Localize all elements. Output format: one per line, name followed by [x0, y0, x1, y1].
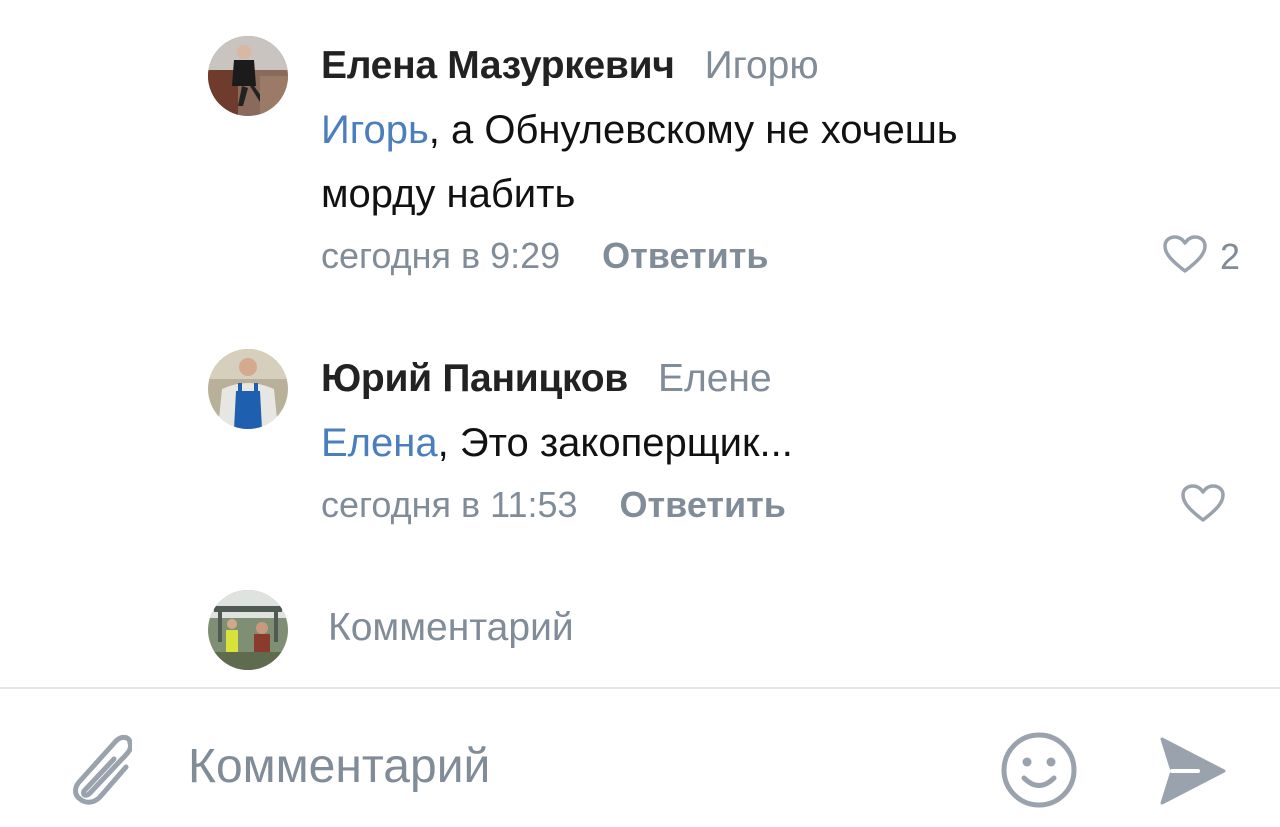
like-count: 2: [1219, 235, 1240, 277]
comment-body: Юрий Паницков Елене Елена, Это закоперщи…: [321, 349, 1240, 535]
comment-text-line2: морду набить: [321, 172, 576, 216]
comment-text: Игорь, а Обнулевскому не хочешь морду на…: [321, 98, 1240, 226]
comment-text: Елена, Это закоперщик...: [321, 411, 1240, 475]
reply-placeholder[interactable]: Комментарий: [328, 606, 574, 650]
comment-time: сегодня в 11:53: [321, 484, 578, 525]
like-button[interactable]: [1180, 483, 1226, 528]
comment-text-rest: , Это закоперщик...: [437, 421, 793, 465]
comment-input[interactable]: Комментарий: [188, 739, 490, 794]
heart-outline-icon: [1162, 234, 1208, 279]
avatar[interactable]: [208, 36, 288, 116]
reply-to-name[interactable]: Игорю: [705, 44, 819, 88]
comment-header: Юрий Паницков Елене: [321, 349, 1240, 409]
send-button[interactable]: [1158, 735, 1226, 812]
smiley-icon[interactable]: [1000, 731, 1078, 814]
comment-composer: Комментарий: [0, 687, 1280, 827]
comment-time: сегодня в 9:29: [321, 235, 561, 276]
heart-outline-icon: [1180, 483, 1226, 528]
comment-header: Елена Мазуркевич Игорю: [321, 36, 1240, 96]
mention-link[interactable]: Елена: [321, 421, 438, 465]
comment-meta: сегодня в 11:53 Ответить: [321, 475, 1240, 535]
comment-body: Елена Мазуркевич Игорю Игорь, а Обнулевс…: [321, 36, 1240, 286]
reply-button[interactable]: Ответить: [602, 235, 768, 277]
comment-author[interactable]: Елена Мазуркевич: [321, 44, 675, 88]
like-button[interactable]: 2: [1162, 234, 1240, 279]
inline-reply-row[interactable]: Комментарий: [208, 590, 1240, 670]
current-user-avatar: [208, 590, 288, 670]
reply-to-name[interactable]: Елене: [658, 357, 772, 401]
paperclip-icon[interactable]: [56, 727, 133, 816]
comment-item: Елена Мазуркевич Игорю Игорь, а Обнулевс…: [208, 36, 1240, 286]
comment-meta: сегодня в 9:29 Ответить 2: [321, 226, 1240, 286]
comment-text-rest: , а Обнулевскому не хочешь: [428, 108, 958, 152]
comment-author[interactable]: Юрий Паницков: [321, 357, 628, 401]
avatar[interactable]: [208, 349, 288, 429]
comment-item: Юрий Паницков Елене Елена, Это закоперщи…: [208, 349, 1240, 539]
comments-screen: Елена Мазуркевич Игорю Игорь, а Обнулевс…: [0, 0, 1280, 827]
reply-button[interactable]: Ответить: [620, 484, 786, 526]
mention-link[interactable]: Игорь: [321, 108, 429, 152]
